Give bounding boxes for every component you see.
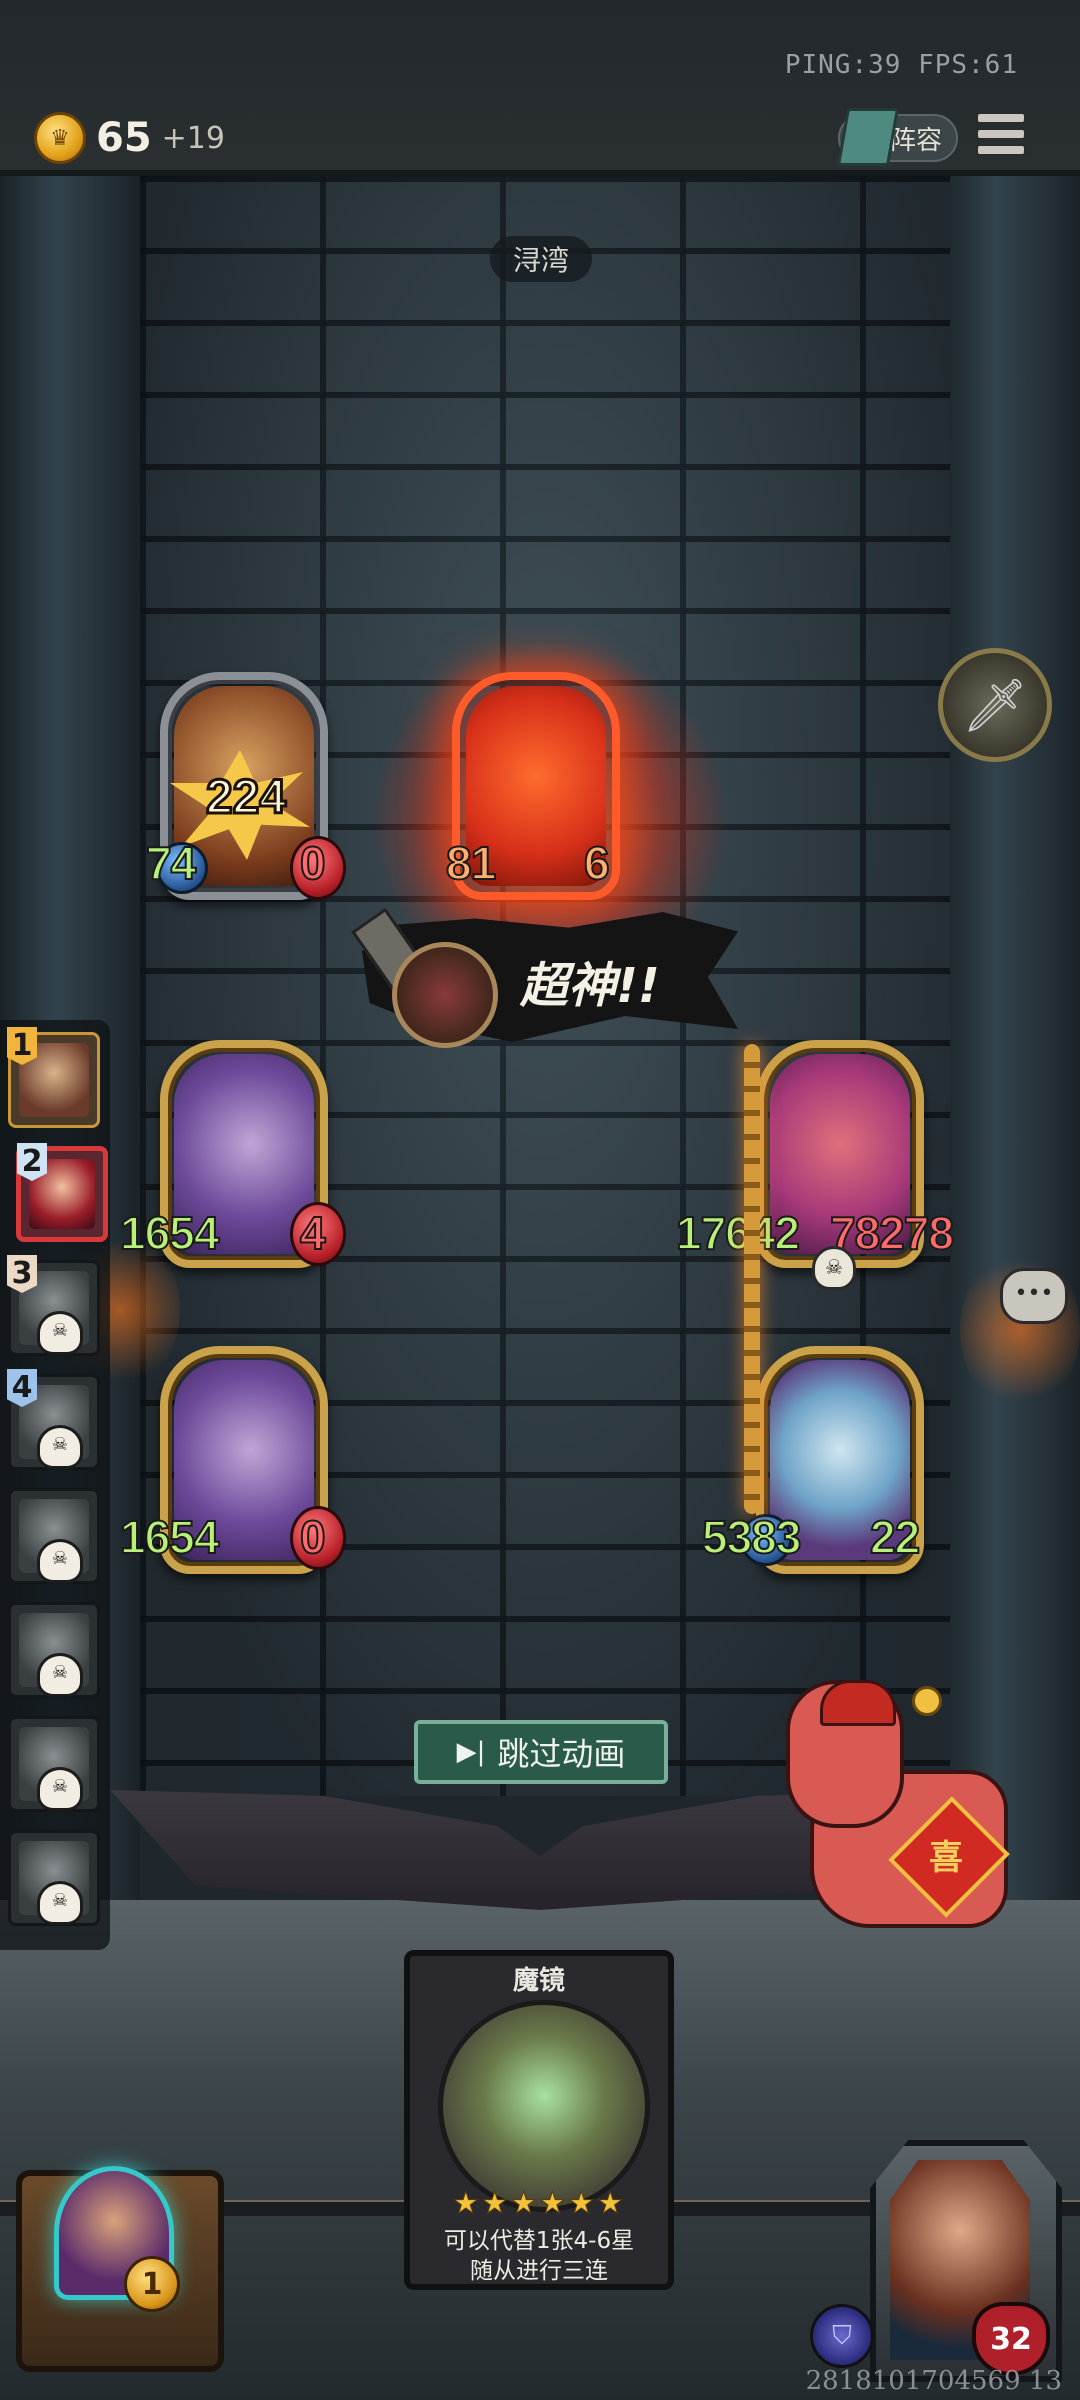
roster-slot[interactable]: ☠: [8, 1488, 100, 1584]
minion-health: 22: [869, 1510, 921, 1564]
roster-slot[interactable]: ☠: [8, 1716, 100, 1812]
lineup-label: 阵容: [889, 125, 942, 156]
spell-desc-line: 随从进行三连: [470, 2258, 608, 2284]
skull-icon: ☠: [37, 1767, 83, 1811]
magic-mirror-art: [438, 2000, 650, 2212]
banner-text: 超神!!: [520, 958, 660, 1014]
player-uid: 2818101704569 13: [805, 2366, 1062, 2396]
skip-icon: ▶|: [456, 1737, 486, 1767]
skull-icon: ☠: [37, 1653, 83, 1697]
gold-bonus: +19: [161, 120, 225, 156]
roster-slot[interactable]: ☠ 3: [7, 1255, 100, 1356]
skull-icon: ☠: [812, 1246, 856, 1290]
rank-badge: 2: [17, 1143, 47, 1181]
minion-health: 4: [299, 1206, 327, 1260]
opponent-roster: 1 2 ☠ 3 ☠ 4 ☠ ☠ ☠ ☠: [0, 1020, 110, 1950]
armor-shield-icon: ⛉: [810, 2304, 874, 2368]
gold-amount: 65: [96, 115, 152, 161]
hero-health: 32: [972, 2302, 1050, 2376]
skull-icon: ☠: [37, 1311, 83, 1355]
chat-bubble-icon[interactable]: •••: [1000, 1268, 1068, 1324]
crown-coin-icon: ♛: [34, 112, 86, 164]
gold-counter: ♛ 65 +19: [34, 112, 225, 164]
book-icon: [836, 108, 900, 166]
minion-attack: 1654: [119, 1510, 220, 1564]
minion-attack: 81: [445, 836, 497, 890]
menu-bar-icon: [976, 144, 1026, 156]
roster-slot[interactable]: ☠: [8, 1602, 100, 1698]
minion-attack: 74: [145, 836, 197, 890]
minion-health: 0: [299, 836, 327, 890]
spell-card-stars: ★★★★★★: [452, 2186, 626, 2222]
sword-token-icon[interactable]: 🗡: [938, 648, 1052, 762]
hat-icon: [820, 1680, 896, 1726]
roster-slot-active[interactable]: 2: [16, 1143, 108, 1242]
spell-card-title: 魔镜: [512, 1966, 565, 1996]
minion-attack: 5383: [701, 1510, 802, 1564]
dragon-medal-icon: [392, 942, 498, 1048]
rank-badge: 3: [7, 1255, 37, 1293]
minion-attack: 1654: [119, 1206, 220, 1260]
menu-bar-icon: [976, 112, 1026, 124]
location-label: 浔湾: [490, 236, 592, 282]
minion-attack: 17642: [675, 1206, 801, 1260]
spell-card-description: 可以代替1张4-6星 随从进行三连: [404, 2226, 674, 2286]
skull-icon: ☠: [37, 1881, 83, 1925]
menu-bar-icon: [976, 128, 1026, 140]
spell-desc-line: 可以代替1张4-6星: [443, 2228, 635, 2254]
network-stats: PING:39 FPS:61: [784, 50, 1018, 80]
bell-icon: [912, 1686, 942, 1716]
roster-slot[interactable]: 1: [7, 1027, 100, 1128]
roster-slot[interactable]: ☠: [8, 1830, 100, 1926]
right-pillar: [940, 176, 1080, 1936]
skip-label: 跳过动画: [497, 1735, 626, 1773]
skull-icon: ☠: [37, 1539, 83, 1583]
rank-badge: 4: [7, 1369, 37, 1407]
damage-number: 224: [204, 770, 287, 826]
rank-badge: 1: [7, 1027, 37, 1065]
lucky-tag-text: 喜: [929, 1838, 963, 1878]
attack-chain: [744, 1044, 760, 1514]
minion-health: 0: [299, 1510, 327, 1564]
minion-health: 6: [583, 836, 611, 890]
menu-button[interactable]: [976, 112, 1026, 156]
skull-icon: ☠: [37, 1425, 83, 1469]
skip-animation-button[interactable]: ▶| 跳过动画: [414, 1720, 668, 1784]
roster-slot[interactable]: ☠ 4: [7, 1369, 100, 1470]
tavern-level: 1: [124, 2256, 180, 2312]
